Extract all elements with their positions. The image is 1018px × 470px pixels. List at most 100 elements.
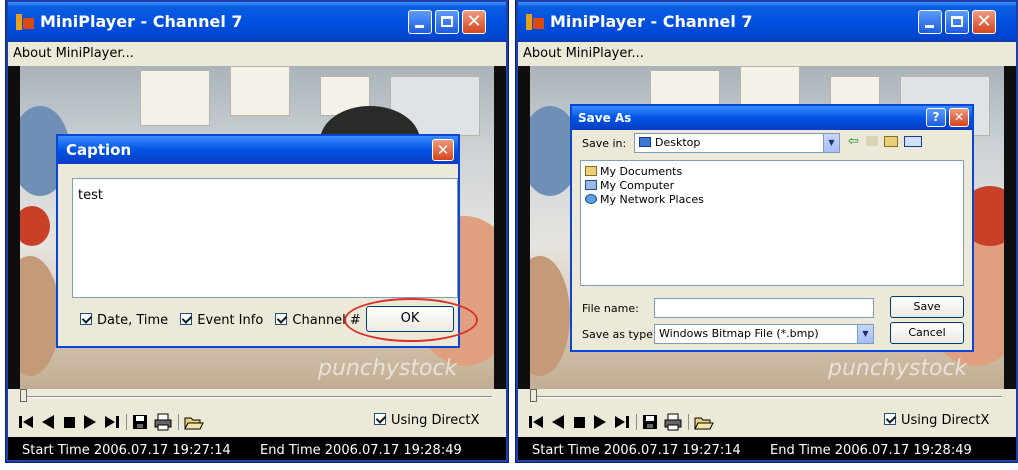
up-folder-icon[interactable]: [866, 136, 878, 146]
playback-controls: Using DirectX: [518, 389, 1016, 437]
desktop-icon: [639, 137, 651, 147]
app-icon: [16, 14, 34, 30]
miniplayer-window-right: MiniPlayer - Channel 7 ✕ About MiniPlaye…: [516, 0, 1018, 462]
play-icon[interactable]: [592, 413, 608, 431]
title-bar[interactable]: MiniPlayer - Channel 7 ✕: [518, 2, 1016, 42]
save-as-titlebar[interactable]: Save As ? ✕: [572, 106, 972, 130]
caption-textarea[interactable]: test: [72, 178, 458, 298]
miniplayer-window-left: MiniPlayer - Channel 7 ✕ About MiniPlaye…: [6, 0, 508, 462]
open-folder-icon[interactable]: [184, 413, 204, 431]
file-name-label: File name:: [582, 302, 639, 315]
documents-folder-icon: [585, 166, 597, 176]
list-item[interactable]: My Network Places: [585, 193, 704, 206]
save-as-type-select[interactable]: Windows Bitmap File (*.bmp) ▼: [654, 324, 874, 344]
play-icon[interactable]: [82, 413, 98, 431]
menu-bar: About MiniPlayer...: [518, 42, 1016, 66]
help-button[interactable]: ?: [926, 108, 946, 127]
directx-checkbox[interactable]: Using DirectX: [374, 413, 479, 428]
save-as-close-button[interactable]: ✕: [949, 108, 969, 127]
stop-icon[interactable]: [62, 413, 78, 431]
print-icon[interactable]: [154, 413, 172, 431]
save-as-type-label: Save as type:: [582, 328, 657, 341]
video-area: punchystock Caption ✕ test Date, Time Ev…: [8, 66, 506, 389]
back-arrow-icon[interactable]: ⇦: [848, 134, 859, 149]
menu-about[interactable]: About MiniPlayer...: [13, 46, 134, 61]
save-icon[interactable]: [132, 413, 148, 431]
title-bar[interactable]: MiniPlayer - Channel 7 ✕: [8, 2, 506, 42]
close-icon: ✕: [953, 110, 965, 124]
cancel-button[interactable]: Cancel: [890, 322, 964, 344]
close-button[interactable]: ✕: [462, 10, 486, 34]
directx-label: Using DirectX: [901, 413, 990, 428]
start-time: Start Time 2006.07.17 19:27:14: [532, 443, 741, 458]
save-as-title: Save As: [578, 111, 632, 125]
app-icon: [526, 14, 544, 30]
save-in-select[interactable]: Desktop ▼: [634, 133, 840, 153]
checkbox-checked-icon: [180, 313, 193, 325]
file-list[interactable]: My Documents My Computer My Network Plac…: [580, 160, 964, 286]
status-bar: Start Time 2006.07.17 19:27:14 End Time …: [8, 437, 506, 460]
next-frame-icon[interactable]: [104, 413, 120, 431]
date-time-label: Date, Time: [97, 313, 169, 328]
new-folder-icon[interactable]: [884, 136, 898, 147]
view-menu-icon[interactable]: [904, 136, 922, 147]
maximize-icon: [441, 16, 453, 27]
status-bar: Start Time 2006.07.17 19:27:14 End Time …: [518, 437, 1016, 460]
save-button[interactable]: Save: [890, 296, 964, 318]
print-icon[interactable]: [664, 413, 682, 431]
chevron-down-icon[interactable]: ▼: [823, 134, 839, 152]
minimize-icon: [925, 25, 934, 28]
seek-thumb[interactable]: [20, 389, 27, 402]
checkbox-checked-icon: [275, 313, 288, 325]
first-frame-icon[interactable]: [18, 413, 34, 431]
save-as-dialog: Save As ? ✕ Save in: Desktop ▼ ⇦ My Docu…: [570, 104, 974, 352]
list-item[interactable]: My Documents: [585, 165, 682, 178]
minimize-button[interactable]: [408, 10, 432, 34]
highlight-ellipse: [344, 298, 478, 342]
caption-dialog-title: Caption: [66, 141, 132, 159]
end-time: End Time 2006.07.17 19:28:49: [770, 443, 972, 458]
seek-bar[interactable]: [530, 389, 1002, 402]
maximize-button[interactable]: [945, 10, 969, 34]
seek-thumb[interactable]: [530, 389, 537, 402]
save-as-type-value: Windows Bitmap File (*.bmp): [659, 327, 819, 340]
prev-frame-icon[interactable]: [40, 413, 56, 431]
date-time-checkbox[interactable]: Date, Time: [80, 313, 168, 328]
caption-close-button[interactable]: ✕: [432, 139, 454, 161]
end-time: End Time 2006.07.17 19:28:49: [260, 443, 462, 458]
caption-options: Date, Time Event Info Channel #: [80, 313, 369, 328]
list-item[interactable]: My Computer: [585, 179, 674, 192]
save-in-value: Desktop: [655, 136, 701, 149]
open-folder-icon[interactable]: [694, 413, 714, 431]
computer-icon: [585, 180, 597, 190]
list-item-label: My Network Places: [600, 193, 704, 206]
close-button[interactable]: ✕: [972, 10, 996, 34]
checkbox-checked-icon: [80, 313, 92, 325]
caption-dialog-titlebar[interactable]: Caption ✕: [58, 136, 458, 164]
save-icon[interactable]: [642, 413, 658, 431]
close-icon: ✕: [466, 11, 482, 32]
list-item-label: My Computer: [600, 179, 675, 192]
seek-bar[interactable]: [20, 389, 492, 402]
prev-frame-icon[interactable]: [550, 413, 566, 431]
list-item-label: My Documents: [600, 165, 683, 178]
window-title: MiniPlayer - Channel 7: [40, 12, 243, 31]
file-name-input[interactable]: [654, 298, 874, 318]
maximize-button[interactable]: [435, 10, 459, 34]
watermark: punchystock: [828, 356, 968, 381]
chevron-down-icon[interactable]: ▼: [857, 325, 873, 343]
minimize-button[interactable]: [918, 10, 942, 34]
first-frame-icon[interactable]: [528, 413, 544, 431]
network-icon: [585, 194, 597, 204]
next-frame-icon[interactable]: [614, 413, 630, 431]
directx-label: Using DirectX: [391, 413, 480, 428]
caption-dialog: Caption ✕ test Date, Time Event Info Cha…: [56, 134, 478, 348]
close-icon: ✕: [436, 141, 450, 159]
save-in-label: Save in:: [582, 137, 627, 150]
menu-about[interactable]: About MiniPlayer...: [523, 46, 644, 61]
event-info-checkbox[interactable]: Event Info: [180, 313, 263, 328]
window-title: MiniPlayer - Channel 7: [550, 12, 753, 31]
directx-checkbox[interactable]: Using DirectX: [884, 413, 989, 428]
minimize-icon: [415, 25, 424, 28]
stop-icon[interactable]: [572, 413, 588, 431]
